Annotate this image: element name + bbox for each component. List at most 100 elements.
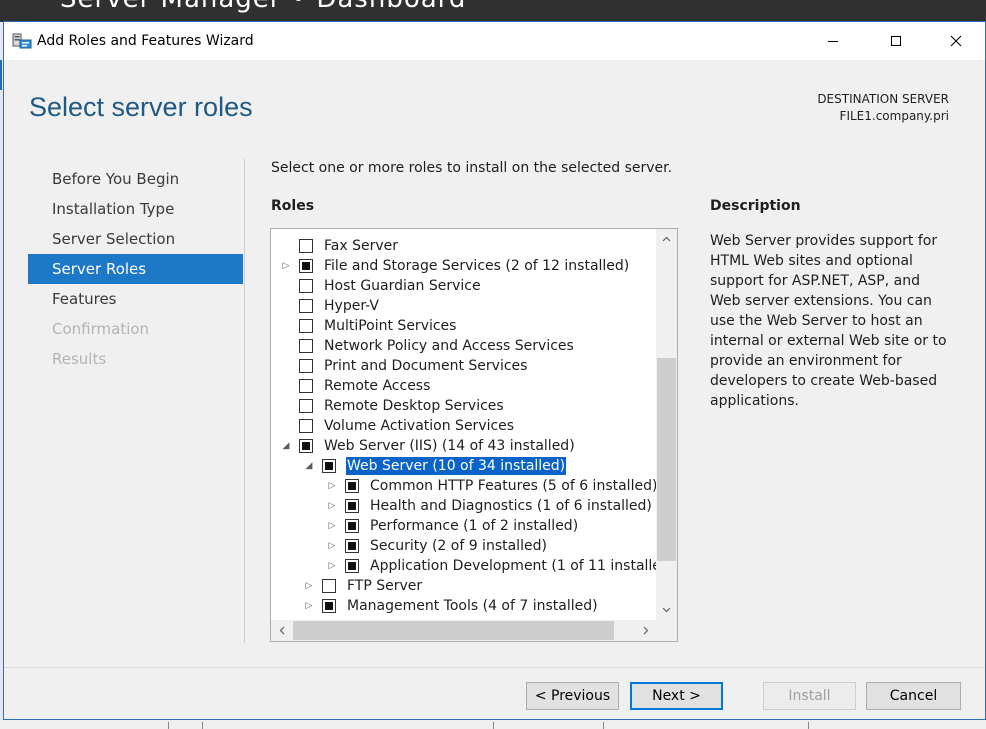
role-row[interactable]: Volume Activation Services [271,416,655,436]
role-row[interactable]: MultiPoint Services [271,316,655,336]
wizard-steps-nav: Before You Begin Installation Type Server … [28,164,243,374]
nav-separator [244,159,245,643]
role-row[interactable]: Hyper-V [271,296,655,316]
nav-step-installation-type[interactable]: Installation Type [28,194,243,224]
background-window-title: Server Manager • Dashboard [60,0,466,14]
role-checkbox[interactable] [299,439,313,453]
scroll-down-button[interactable] [656,600,677,620]
role-row[interactable]: ▷ Common HTTP Features (5 of 6 installed) [271,476,658,496]
role-label: Common HTTP Features (5 of 6 installed) [370,478,658,494]
role-row[interactable]: ▷ Performance (1 of 2 installed) [271,516,655,536]
background-divider [202,722,203,729]
background-divider [168,722,169,729]
role-label: Security (2 of 9 installed) [370,538,547,554]
role-row[interactable]: ▷ Health and Diagnostics (1 of 6 installe… [271,496,655,516]
role-row[interactable]: Host Guardian Service [271,276,655,296]
role-checkbox[interactable] [345,519,359,533]
role-checkbox[interactable] [299,419,313,433]
roles-tree[interactable]: Fax Server ▷ File and Storage Services (2 … [270,228,678,642]
role-checkbox[interactable] [322,459,336,473]
instruction-text: Select one or more roles to install on t… [271,160,673,176]
role-row[interactable]: ▷ Security (2 of 9 installed) [271,536,655,556]
page-title: Select server roles [29,92,253,122]
role-row[interactable]: Fax Server [271,236,655,256]
minimize-button[interactable] [810,22,856,60]
role-checkbox[interactable] [299,399,313,413]
role-checkbox[interactable] [322,599,336,613]
tree-expand-arrow-icon[interactable]: ▷ [327,540,337,552]
scroll-right-button[interactable] [635,620,656,641]
role-label: Volume Activation Services [324,418,515,434]
tree-expand-arrow-icon[interactable]: ▷ [327,500,337,512]
title-bar[interactable]: Add Roles and Features Wizard [4,22,985,60]
role-row[interactable]: ▷ FTP Server [271,576,655,596]
role-row[interactable]: ▷ File and Storage Services (2 of 12 inst… [271,256,655,276]
add-roles-wizard-window: Add Roles and Features Wizard Select ser… [3,21,986,720]
scrollbar-corner [656,620,677,641]
role-checkbox[interactable] [345,479,359,493]
next-button[interactable]: Next > [630,682,723,710]
role-row[interactable]: ▷ Application Development (1 of 11 instal… [271,556,676,576]
minimize-icon [828,41,838,42]
role-checkbox[interactable] [299,279,313,293]
vertical-scrollbar[interactable] [656,229,677,620]
tree-collapse-arrow-icon[interactable]: ◢ [281,440,291,452]
role-label: Host Guardian Service [324,278,481,294]
role-checkbox[interactable] [299,339,313,353]
role-checkbox[interactable] [345,559,359,573]
cancel-button[interactable]: Cancel [866,682,961,710]
role-checkbox[interactable] [322,579,336,593]
role-row[interactable]: Remote Access [271,376,655,396]
role-checkbox[interactable] [345,499,359,513]
footer-divider [4,667,985,668]
nav-step-features[interactable]: Features [28,284,243,314]
chevron-down-icon [662,607,671,613]
role-row[interactable]: ▷ Management Tools (4 of 7 installed) [271,596,655,616]
tree-expand-arrow-icon[interactable]: ▷ [327,480,337,492]
horizontal-scrollbar[interactable] [271,620,656,641]
tree-expand-arrow-icon[interactable]: ▷ [327,520,337,532]
role-row[interactable]: Print and Document Services [271,356,655,376]
tree-expand-arrow-icon[interactable]: ▷ [281,260,291,272]
role-checkbox[interactable] [299,239,313,253]
vertical-scroll-thumb[interactable] [657,357,676,562]
background-divider [808,722,809,729]
role-label: Fax Server [324,238,398,254]
scroll-up-button[interactable] [656,229,677,249]
maximize-button[interactable] [873,22,919,60]
previous-button[interactable]: < Previous [526,682,619,710]
role-checkbox[interactable] [299,379,313,393]
role-checkbox[interactable] [299,259,313,273]
description-text: Web Server provides support for HTML Web… [710,233,947,409]
role-row[interactable]: ◢ Web Server (10 of 34 installed) [271,456,655,476]
role-checkbox[interactable] [299,299,313,313]
role-row[interactable]: Remote Desktop Services [271,396,655,416]
tree-expand-arrow-icon[interactable]: ▷ [304,580,314,592]
nav-step-server-selection[interactable]: Server Selection [28,224,243,254]
nav-step-before-you-begin[interactable]: Before You Begin [28,164,243,194]
role-label: MultiPoint Services [324,318,457,334]
chevron-right-icon [643,626,648,635]
destination-server-label: DESTINATION SERVER [817,92,949,106]
role-checkbox[interactable] [299,319,313,333]
role-row[interactable]: ◢ Web Server (IIS) (14 of 43 installed) [271,436,655,456]
tree-collapse-arrow-icon[interactable]: ◢ [304,460,314,472]
role-row[interactable]: Network Policy and Access Services [271,336,655,356]
tree-expand-arrow-icon[interactable]: ▷ [304,600,314,612]
nav-step-server-roles[interactable]: Server Roles [28,254,243,284]
tree-expand-arrow-icon[interactable]: ▷ [327,560,337,572]
role-checkbox[interactable] [345,539,359,553]
server-wizard-icon [12,33,32,49]
close-button[interactable] [933,22,979,60]
chevron-left-icon [279,626,284,635]
role-label: Management Tools (4 of 7 installed) [347,598,598,614]
background-divider [603,722,604,729]
horizontal-scroll-thumb[interactable] [293,621,615,640]
scroll-left-button[interactable] [271,620,292,641]
role-checkbox[interactable] [299,359,313,373]
window-title: Add Roles and Features Wizard [37,33,254,49]
role-label: Remote Desktop Services [324,398,504,414]
destination-server-name: FILE1.company.pri [839,109,949,123]
role-label: Remote Access [324,378,431,394]
close-icon [950,35,962,47]
